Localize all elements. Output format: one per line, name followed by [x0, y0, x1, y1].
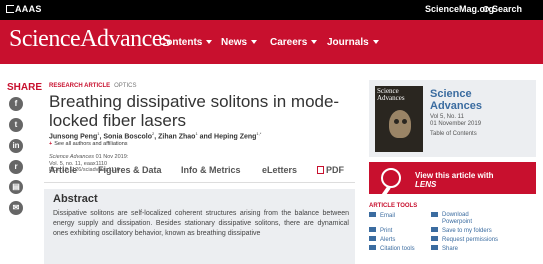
- chevron-down-icon: [372, 40, 379, 44]
- see-all-authors-link[interactable]: + See all authors and affiliations: [49, 141, 128, 147]
- nav-contents-label: Contents: [159, 37, 203, 48]
- abstract-section: Abstract Dissipative solitons are self-l…: [44, 189, 355, 264]
- lens-text: View this article with: [415, 171, 494, 180]
- envelope-icon: [369, 212, 376, 217]
- tool-request-permissions[interactable]: Request permissions: [431, 236, 498, 244]
- linkedin-icon[interactable]: in: [9, 139, 23, 153]
- tool-share-label: Share: [442, 246, 459, 252]
- tool-alerts-label: Alerts: [380, 237, 396, 243]
- search-button[interactable]: Search: [483, 4, 522, 14]
- tab-eletters[interactable]: eLetters: [262, 165, 297, 175]
- chevron-down-icon: [206, 40, 213, 44]
- tool-download-label: Download Powerpoint: [442, 212, 473, 225]
- author-name[interactable]: Junsong Peng: [49, 133, 97, 140]
- lens-view-button[interactable]: View this article with LENS: [369, 162, 536, 200]
- author-separator: and: [197, 133, 215, 141]
- magnifier-icon: [381, 168, 401, 188]
- tool-print[interactable]: Print: [369, 227, 392, 235]
- nav-careers-label: Careers: [270, 37, 308, 48]
- print-icon[interactable]: ▤: [9, 180, 23, 194]
- table-of-contents-link[interactable]: Table of Contents: [430, 131, 477, 137]
- tool-citation[interactable]: Citation tools: [369, 245, 415, 253]
- cover-illustration-eye: [394, 119, 399, 124]
- author-name[interactable]: Heping Zeng: [214, 133, 256, 140]
- tool-email-label: Email: [380, 213, 396, 219]
- tool-email[interactable]: Email: [369, 212, 395, 220]
- magnifier-icon-handle: [379, 186, 391, 200]
- article-section[interactable]: OPTICS: [114, 83, 136, 89]
- issue-volume-number: Vol 5, No. 11: [430, 114, 464, 120]
- tool-share[interactable]: Share: [431, 245, 458, 253]
- issue-box: Science Advances Science Advances Vol 5,…: [369, 80, 536, 157]
- info-icon: [431, 236, 438, 241]
- nav-journals-label: Journals: [327, 37, 369, 48]
- bell-icon: [369, 236, 376, 241]
- nav-careers[interactable]: Careers: [270, 37, 318, 48]
- cover-title: Science Advances: [377, 87, 405, 102]
- author-list: Junsong Peng1, Sonia Boscolo2, Zihan Zha…: [49, 131, 261, 140]
- issue-date: 01 November 2019: [430, 121, 482, 127]
- twitter-icon[interactable]: t: [9, 118, 23, 132]
- tool-citation-label: Citation tools: [380, 246, 415, 252]
- share-icon: [431, 245, 438, 250]
- abstract-heading: Abstract: [53, 193, 98, 205]
- chevron-down-icon: [251, 40, 258, 44]
- tool-permissions-label: Request permissions: [442, 237, 499, 243]
- cover-illustration: [389, 110, 411, 138]
- journal-cover-image[interactable]: Science Advances: [375, 86, 423, 152]
- tool-save-folders[interactable]: Save to my folders: [431, 227, 492, 235]
- lens-label: View this article with LENS: [415, 171, 494, 189]
- aaas-logo[interactable]: AAAS: [6, 4, 42, 14]
- aaas-logo-mark: [6, 5, 14, 13]
- author-name[interactable]: Zihan Zhao: [158, 133, 195, 140]
- print-icon: [369, 227, 376, 232]
- science-advances-logo[interactable]: ScienceAdvances: [9, 26, 171, 53]
- article-tools-heading: ARTICLE TOOLS: [369, 203, 418, 209]
- download-icon: [431, 212, 438, 217]
- tab-pdf[interactable]: PDF: [317, 165, 344, 175]
- pdf-icon: [317, 166, 324, 174]
- citation-icon: [369, 245, 376, 250]
- article-title: Breathing dissipative solitons in mode-l…: [49, 92, 340, 130]
- tool-alerts[interactable]: Alerts: [369, 236, 395, 244]
- nav-journals[interactable]: Journals: [327, 37, 379, 48]
- abstract-text: Dissipative solitons are self-localized …: [53, 210, 349, 237]
- email-icon[interactable]: ✉: [9, 201, 23, 215]
- facebook-icon[interactable]: f: [9, 97, 23, 111]
- tab-pdf-label: PDF: [326, 165, 344, 175]
- tool-download-powerpoint[interactable]: Download Powerpoint: [431, 212, 492, 225]
- nav-news[interactable]: News: [221, 37, 258, 48]
- tabs-divider: [44, 182, 355, 183]
- tool-save-label: Save to my folders: [442, 228, 492, 234]
- nav-contents[interactable]: Contents: [159, 37, 213, 48]
- issue-volume: Vol 5, No. 11 01 November 2019: [430, 114, 481, 128]
- tab-figures-data[interactable]: Figures & Data: [98, 165, 162, 175]
- reddit-icon[interactable]: r: [9, 160, 23, 174]
- aaas-logo-text: AAAS: [15, 4, 42, 14]
- nav-news-label: News: [221, 37, 248, 48]
- tool-print-label: Print: [380, 228, 393, 234]
- lens-name: LENS: [415, 180, 437, 189]
- search-label: Search: [492, 4, 523, 14]
- folder-icon: [431, 227, 438, 232]
- author-name[interactable]: Sonia Boscolo: [103, 133, 152, 140]
- see-all-authors-label: See all authors and affiliations: [54, 141, 128, 147]
- search-icon: [483, 6, 489, 12]
- plus-icon: +: [49, 141, 53, 147]
- tab-article[interactable]: Article: [49, 165, 77, 175]
- chevron-down-icon: [311, 40, 318, 44]
- tab-info-metrics[interactable]: Info & Metrics: [181, 165, 241, 175]
- article-type: RESEARCH ARTICLE: [49, 83, 111, 89]
- issue-journal-title[interactable]: Science Advances: [430, 88, 490, 112]
- top-bar: AAAS ScienceMag.org Search: [0, 0, 543, 20]
- share-label: SHARE: [7, 82, 43, 93]
- author-affiliation: 1,*: [256, 131, 262, 136]
- cover-illustration-eye: [402, 119, 407, 124]
- article-kicker: RESEARCH ARTICLE OPTICS: [49, 83, 136, 89]
- main-nav: ScienceAdvances Contents News Careers Jo…: [0, 20, 543, 64]
